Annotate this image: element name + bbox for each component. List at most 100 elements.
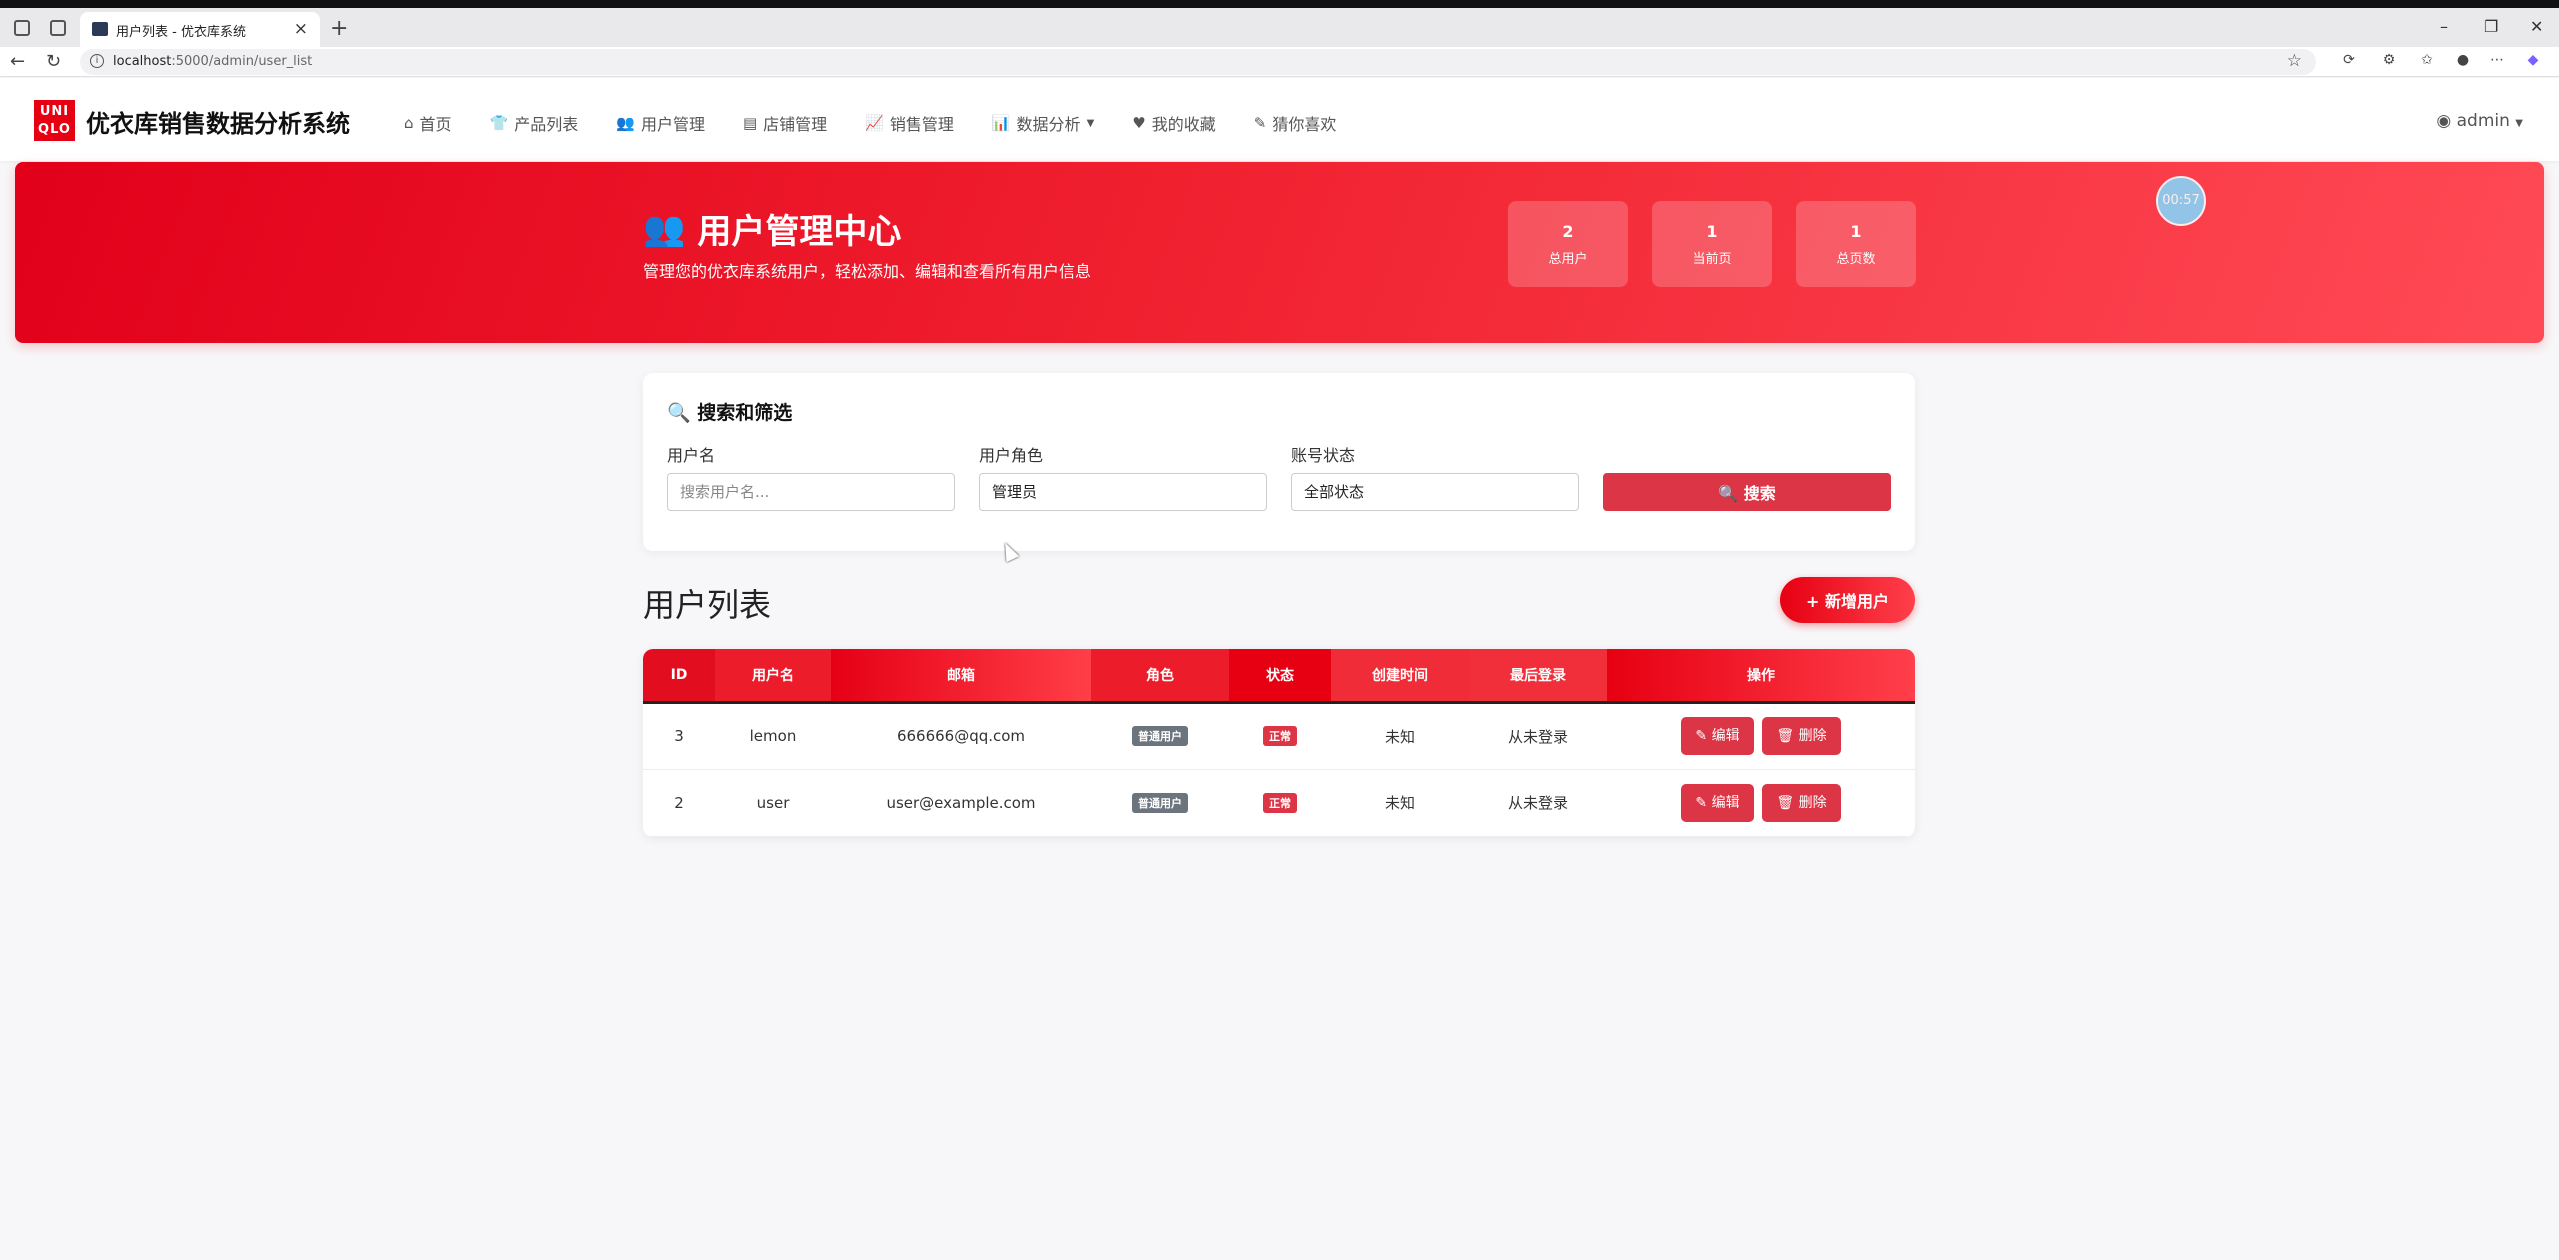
delete-button[interactable]: 🗑 删除	[1762, 717, 1841, 755]
chevron-down-icon: ▼	[2515, 118, 2523, 129]
cell-username: user	[756, 793, 790, 812]
add-user-button[interactable]: + 新增用户	[1780, 577, 1915, 623]
site-info-icon[interactable]: i	[90, 54, 104, 68]
cell-role: 普通用户	[1091, 769, 1229, 836]
role-badge: 普通用户	[1132, 792, 1188, 813]
nav-sales[interactable]: 📈 销售管理	[865, 111, 954, 135]
cell-status: 正常	[1229, 702, 1331, 769]
edit-icon: ✎	[1695, 728, 1708, 744]
heart-icon: ♥	[1132, 114, 1146, 132]
workspaces-icon[interactable]	[14, 20, 30, 36]
user-dropdown[interactable]: ◉ admin ▼	[2436, 111, 2523, 131]
uniqlo-logo[interactable]: UNI QLO	[34, 100, 75, 141]
status-badge: 正常	[1263, 792, 1297, 813]
edit-button[interactable]: ✎ 编辑	[1681, 717, 1754, 755]
refresh-ext-icon[interactable]: ⟳	[2340, 52, 2358, 70]
trash-icon: 🗑	[1776, 794, 1795, 811]
search-card-title: 🔍 搜索和筛选	[667, 402, 793, 424]
col-username: 用户名	[715, 649, 831, 704]
col-id: ID	[643, 649, 715, 704]
search-filter-card: 🔍 搜索和筛选 用户名 用户角色 管理员 账号状态 全部状态 🔍 搜索	[643, 373, 1915, 551]
browser-tab-active[interactable]: 用户列表 - 优衣库系统 ×	[80, 12, 320, 47]
nav-analytics[interactable]: 📊 数据分析 ▼	[992, 111, 1094, 135]
main-menu: ⌂ 首页 👕 产品列表 👥 用户管理 ▤ 店铺管理 📈 销售管理 📊 数据分析 ▼ ♥ 我的收藏…	[404, 111, 1374, 135]
cell-email: user@example.com	[886, 793, 1036, 812]
status-select[interactable]: 全部状态	[1291, 473, 1579, 511]
timer-badge[interactable]: 00:57	[2156, 176, 2206, 226]
nav-recommend[interactable]: ✎ 猜你喜欢	[1254, 111, 1337, 135]
users-icon: 👥	[616, 114, 635, 132]
nav-products[interactable]: 👕 产品列表	[490, 111, 579, 135]
col-last-login: 最后登录	[1469, 649, 1607, 704]
cell-created: 未知	[1384, 794, 1415, 812]
copilot-icon[interactable]: ◆	[2524, 52, 2542, 70]
more-options-icon[interactable]: ⋯	[2488, 52, 2506, 70]
user-table: ID 用户名 邮箱 角色 状态 创建时间 最后登录 操作 3 lemon 666…	[643, 649, 1915, 837]
favorite-star-icon[interactable]: ☆	[2287, 51, 2302, 71]
address-bar-row: ← ↻ i localhost:5000/admin/user_list ☆ ⟳…	[0, 47, 2559, 77]
reload-icon[interactable]: ↻	[46, 51, 61, 72]
stat-total-pages: 1 总页数	[1796, 201, 1916, 287]
nav-users[interactable]: 👥 用户管理	[616, 111, 705, 135]
profile-icon[interactable]: ●	[2454, 52, 2472, 70]
cell-created: 未知	[1384, 727, 1415, 746]
stat-current-page: 1 当前页	[1652, 201, 1772, 287]
table-row: 3 lemon 666666@qq.com 普通用户 正常 未知 从未登录 ✎ …	[643, 702, 1915, 769]
users-icon: 👥	[643, 208, 686, 249]
cell-actions: ✎ 编辑 🗑 删除	[1607, 702, 1915, 769]
user-circle-icon: ◉	[2436, 111, 2452, 131]
cell-last-login: 从未登录	[1507, 794, 1568, 812]
extension-icon[interactable]: ⚙	[2380, 52, 2398, 70]
cell-email: 666666@qq.com	[896, 727, 1026, 745]
window-top-strip	[0, 0, 2559, 8]
col-actions: 操作	[1607, 649, 1915, 704]
tab-title: 用户列表 - 优衣库系统	[116, 25, 246, 40]
favorites-icon[interactable]: ✩	[2418, 52, 2436, 70]
pencil-icon: ✎	[1253, 114, 1267, 132]
bar-chart-icon: 📊	[991, 114, 1011, 132]
favicon-icon	[92, 22, 108, 36]
stat-total-users: 2 总用户	[1508, 201, 1628, 287]
app-navbar: UNI QLO 优衣库销售数据分析系统 ⌂ 首页 👕 产品列表 👥 用户管理 ▤ 店铺管…	[0, 78, 2559, 161]
line-chart-icon: 📈	[865, 114, 884, 132]
cell-last-login: 从未登录	[1507, 727, 1568, 746]
url-field[interactable]: i localhost:5000/admin/user_list ☆	[80, 49, 2316, 75]
nav-home[interactable]: ⌂ 首页	[404, 111, 452, 135]
brand-title[interactable]: 优衣库销售数据分析系统	[86, 104, 350, 139]
edit-button[interactable]: ✎ 编辑	[1681, 783, 1754, 822]
new-tab-icon[interactable]: +	[330, 16, 348, 41]
search-button[interactable]: 🔍 搜索	[1603, 473, 1891, 511]
cell-username: lemon	[749, 727, 797, 745]
cell-role: 普通用户	[1091, 702, 1229, 769]
col-status: 状态	[1229, 649, 1331, 704]
username-search-input[interactable]	[667, 473, 955, 511]
status-label: 账号状态	[1291, 446, 1356, 465]
user-list-title: 用户列表	[643, 586, 772, 624]
back-icon[interactable]: ←	[10, 51, 25, 72]
restore-icon[interactable]: ❐	[2484, 17, 2498, 36]
shirt-icon: 👕	[489, 114, 509, 132]
role-select[interactable]: 管理员	[979, 473, 1267, 511]
delete-button[interactable]: 🗑 删除	[1762, 783, 1841, 822]
chevron-down-icon: ▼	[1086, 117, 1095, 129]
nav-favorites[interactable]: ♥ 我的收藏	[1132, 111, 1215, 135]
user-table-card: ID 用户名 邮箱 角色 状态 创建时间 最后登录 操作 3 lemon 666…	[643, 649, 1915, 837]
cell-status: 正常	[1229, 769, 1331, 836]
username-label: 用户名	[667, 446, 716, 465]
nav-stores[interactable]: ▤ 店铺管理	[743, 111, 827, 135]
search-icon: 🔍	[1718, 484, 1739, 503]
tab-actions-icon[interactable]	[50, 20, 66, 36]
edit-icon: ✎	[1695, 794, 1708, 811]
table-row: 2 user user@example.com 普通用户 正常 未知 从未登录 …	[643, 769, 1915, 836]
role-label: 用户角色	[979, 446, 1044, 465]
col-created: 创建时间	[1331, 649, 1469, 704]
minimize-icon[interactable]: –	[2440, 17, 2448, 36]
col-email: 邮箱	[831, 649, 1091, 704]
url-text: localhost:5000/admin/user_list	[113, 54, 313, 69]
cell-actions: ✎ 编辑 🗑 删除	[1607, 769, 1915, 836]
role-badge: 普通用户	[1132, 726, 1188, 746]
page-title: 👥 用户管理中心	[643, 208, 902, 253]
close-tab-icon[interactable]: ×	[294, 19, 308, 39]
browser-tab-bar: 用户列表 - 优衣库系统 × + – ❐ ✕	[0, 8, 2559, 47]
close-window-icon[interactable]: ✕	[2530, 17, 2543, 36]
